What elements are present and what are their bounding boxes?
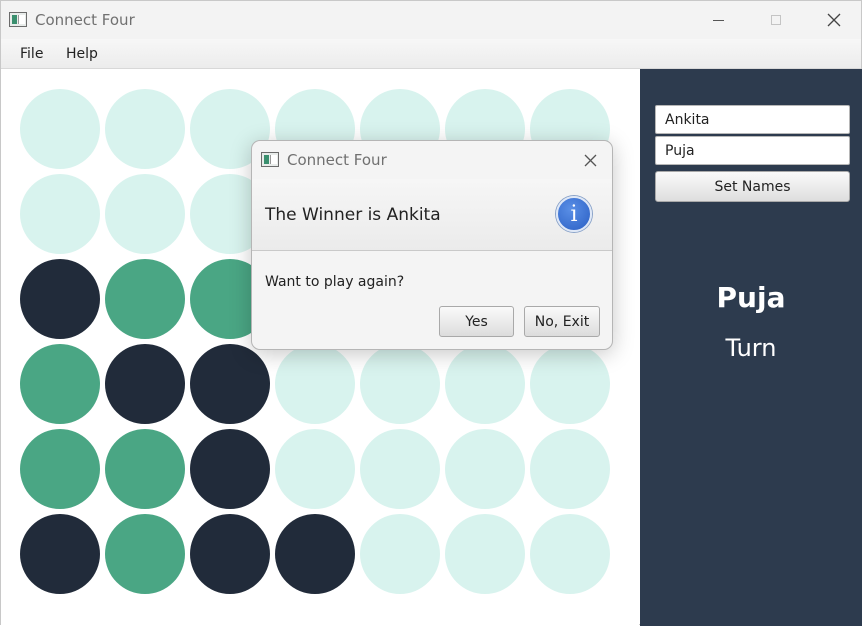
board-cell[interactable] [20, 89, 100, 169]
board-cell[interactable] [360, 514, 440, 594]
board-cell[interactable] [530, 429, 610, 509]
board-cell[interactable] [105, 174, 185, 254]
menu-file[interactable]: File [20, 46, 43, 62]
board-cell[interactable] [530, 344, 610, 424]
set-names-button[interactable]: Set Names [655, 171, 850, 202]
dialog-title: Connect Four [287, 151, 387, 169]
window-title: Connect Four [35, 11, 135, 29]
menu-help[interactable]: Help [66, 46, 98, 62]
board-cell[interactable] [445, 344, 525, 424]
board-cell[interactable] [275, 429, 355, 509]
yes-button[interactable]: Yes [439, 306, 514, 337]
board-cell[interactable] [445, 514, 525, 594]
dialog-title-bar[interactable]: Connect Four [252, 141, 612, 179]
app-window: Connect Four File Help Set Names Puja Tu… [0, 0, 862, 626]
board-cell[interactable] [20, 514, 100, 594]
board-cell[interactable] [105, 259, 185, 339]
dialog-header: The Winner is Ankita i [252, 179, 612, 251]
turn-label: Turn [725, 334, 777, 362]
close-button[interactable] [805, 1, 862, 39]
board-cell[interactable] [20, 174, 100, 254]
player-one-name-field[interactable] [655, 105, 850, 134]
board-cell[interactable] [530, 514, 610, 594]
minimize-icon [712, 19, 724, 21]
app-icon [9, 12, 27, 27]
current-player-name: Puja [716, 281, 786, 314]
close-icon [827, 13, 841, 27]
board-cell[interactable] [360, 429, 440, 509]
no-exit-button[interactable]: No, Exit [524, 306, 600, 337]
board-cell[interactable] [105, 429, 185, 509]
menu-bar: File Help [1, 39, 861, 69]
maximize-icon [771, 15, 781, 25]
board-cell[interactable] [105, 514, 185, 594]
board-cell[interactable] [190, 514, 270, 594]
board-cell[interactable] [190, 429, 270, 509]
dialog-close-button[interactable] [576, 147, 604, 173]
board-cell[interactable] [445, 429, 525, 509]
app-icon [261, 152, 279, 167]
board-cell[interactable] [20, 429, 100, 509]
board-cell[interactable] [275, 344, 355, 424]
info-icon: i [556, 196, 592, 232]
board-cell[interactable] [20, 344, 100, 424]
dialog-question: Want to play again? [265, 274, 405, 290]
minimize-button[interactable] [689, 1, 747, 39]
board-cell[interactable] [20, 259, 100, 339]
player-two-name-field[interactable] [655, 136, 850, 165]
board-cell[interactable] [105, 344, 185, 424]
board-cell[interactable] [275, 514, 355, 594]
board-cell[interactable] [190, 344, 270, 424]
close-icon [584, 154, 596, 166]
board-cell[interactable] [105, 89, 185, 169]
winner-dialog: Connect Four The Winner is Ankita i Want… [251, 140, 613, 350]
title-bar[interactable]: Connect Four [1, 1, 861, 39]
winner-message: The Winner is Ankita [265, 205, 441, 225]
side-panel: Set Names Puja Turn [640, 69, 862, 626]
maximize-button[interactable] [747, 1, 805, 39]
board-cell[interactable] [360, 344, 440, 424]
